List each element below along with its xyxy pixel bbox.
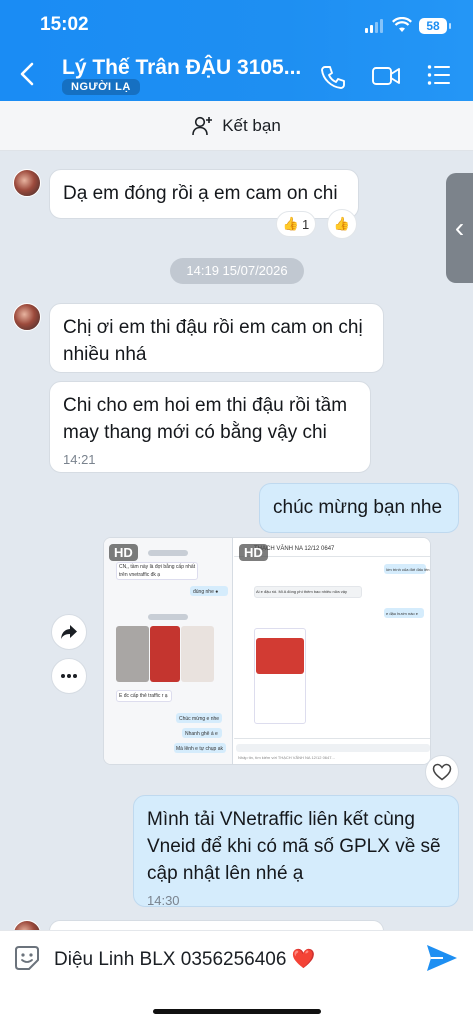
image-left[interactable]: CN,, tầm này là đợi bằng cấp nhất trên v… [104, 538, 233, 764]
contact-name[interactable]: Lý Thế Trân ĐẬU 3105... [62, 56, 301, 80]
hd-badge: HD [109, 544, 138, 561]
avatar[interactable] [13, 303, 41, 331]
message-text: chúc mừng bạn nhe [273, 497, 443, 518]
share-icon [61, 625, 77, 639]
stranger-tag: NGƯỜI LẠ [62, 79, 140, 95]
message-time: 14:30 [147, 893, 180, 908]
message-text: Dạ em đóng rồi ạ em cam on chi [63, 183, 338, 204]
date-separator: 14:19 15/07/2026 [170, 258, 304, 284]
message-time: 14:21 [63, 452, 96, 467]
message-input[interactable]: Diệu Linh BLX 0356256406 ❤️ [54, 947, 315, 971]
message-text: Chi cho em hoi em thi đậu rồi tầm may th… [63, 395, 348, 443]
more-options-button[interactable] [51, 658, 87, 694]
hd-badge: HD [239, 544, 268, 561]
thumbs-up-icon: 👍 [333, 216, 351, 231]
reaction-summary[interactable]: 👍 1 [276, 211, 316, 237]
mini-text: đúng nhe ● [193, 589, 219, 595]
message-bubble[interactable]: Chi cho em hoi em thi đậu rồi tầm may th… [49, 381, 371, 473]
heart-icon [432, 763, 452, 781]
mini-text: Mà lênh e tự chụp ak [176, 746, 223, 752]
add-friend-button[interactable]: Kết bạn [0, 101, 473, 151]
mini-text: Chúc mừng e nhe [179, 716, 220, 722]
mini-text: Nhập tin, tìm kiếm với THẠCH VĂNH NA 12/… [238, 755, 335, 760]
image-right[interactable]: THẠCH VĂNH NA 12/12 0647 lớn trình của đ… [234, 538, 430, 764]
back-icon[interactable] [20, 62, 34, 86]
message-bubble[interactable]: Chị ơi em thi đậu rồi em cam on chị nhiề… [49, 303, 384, 373]
video-call-icon[interactable] [371, 64, 401, 88]
react-button[interactable]: 👍 [327, 209, 357, 239]
message-bubble-mine[interactable]: Mình tải VNetraffic liên kết cùng Vneid … [133, 795, 459, 908]
battery-indicator: 58 [419, 18, 451, 34]
add-friend-label: Kết bạn [222, 115, 281, 135]
add-user-icon [192, 116, 213, 135]
status-bar: 15:02 58 [0, 14, 473, 38]
mini-text: CN,, tầm này là đợi bằng cấp nhất [119, 564, 196, 570]
send-icon[interactable] [425, 943, 459, 973]
mini-text: Nhanh ghê á e [185, 731, 218, 737]
mini-text: trên vnetraffic đk ạ [119, 572, 161, 578]
side-panel-handle[interactable]: ‹ [446, 173, 473, 283]
chat-header: 15:02 58 Lý Thế Trân ĐẬU 3105... NGƯỜI L… [0, 0, 473, 101]
like-button[interactable] [425, 755, 459, 789]
image-attachment[interactable]: CN,, tầm này là đợi bằng cấp nhất trên v… [103, 537, 431, 765]
status-time: 15:02 [40, 14, 89, 35]
home-indicator [153, 1009, 321, 1014]
forward-button[interactable] [51, 614, 87, 650]
avatar[interactable] [13, 169, 41, 197]
mini-text: e đậu hướn nào e [386, 611, 418, 616]
mini-text: Ai e đậu rồi. Mi A đóng phí thêm bao nhi… [256, 589, 347, 594]
menu-icon[interactable] [427, 64, 451, 86]
mini-text: E đc cấp thẻ traffic r ạ [119, 693, 168, 699]
wifi-icon [392, 17, 412, 32]
message-bubble-mine[interactable]: chúc mừng bạn nhe [259, 483, 459, 533]
sticker-icon[interactable] [14, 945, 40, 971]
message-text: Chị ơi em thi đậu rồi em cam on chị nhiề… [63, 317, 363, 365]
reaction-count: 1 [301, 216, 310, 232]
mini-text: lớn trình của đới đấu lên [386, 567, 430, 572]
signal-icon [365, 19, 385, 33]
message-text: Mình tải VNetraffic liên kết cùng Vneid … [147, 809, 441, 884]
more-icon [61, 674, 77, 678]
phone-icon[interactable] [320, 64, 346, 90]
thumbs-up-icon: 👍 [282, 216, 299, 231]
message-bubble[interactable]: Dạ em đóng rồi ạ em cam on chi [49, 169, 359, 219]
